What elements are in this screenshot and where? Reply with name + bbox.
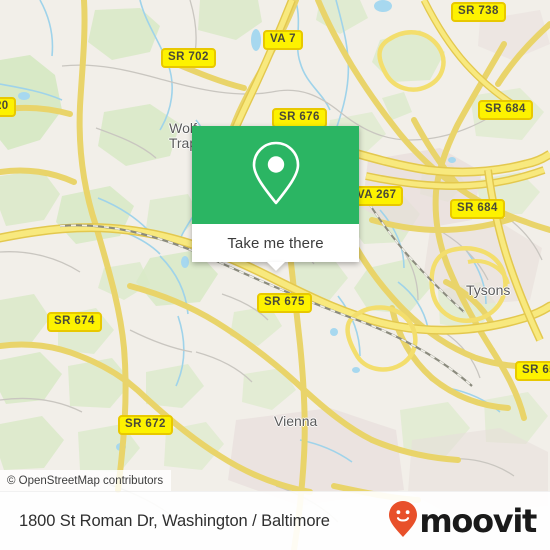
moovit-pin-smiley-icon — [388, 500, 418, 543]
road-shield: SR 65 — [515, 361, 550, 381]
address-title: 1800 St Roman Dr, Washington / Baltimore — [19, 511, 330, 530]
road-shield: SR 684 — [450, 199, 505, 219]
map-attribution[interactable]: © OpenStreetMap contributors — [0, 470, 172, 491]
road-shield: VA 7 — [263, 30, 303, 50]
map-canvas[interactable]: SR 738VA 7SR 702SR 676SR 68420VA 267SR 6… — [0, 0, 550, 550]
take-me-there-label: Take me there — [227, 234, 324, 252]
callout-pointer-tail — [266, 262, 285, 271]
attribution-text: © OpenStreetMap contributors — [7, 474, 164, 487]
road-shield: SR 675 — [257, 293, 312, 313]
road-shield: SR 702 — [161, 48, 216, 68]
footer-bar: 1800 St Roman Dr, Washington / Baltimore… — [0, 491, 550, 550]
moovit-logo[interactable]: moovit — [388, 500, 537, 543]
location-callout-card[interactable]: Take me there — [192, 126, 359, 271]
place-label: Tysons — [466, 282, 511, 298]
location-pin-icon — [250, 140, 302, 211]
take-me-there-button[interactable]: Take me there — [192, 224, 359, 271]
map-vector-layer — [0, 0, 550, 550]
callout-marker-panel — [192, 126, 359, 224]
road-shield: SR 674 — [47, 312, 102, 332]
road-shield: SR 676 — [272, 108, 327, 128]
place-label: Vienna — [274, 413, 318, 429]
road-shield: SR 684 — [478, 100, 533, 120]
moovit-wordmark: moovit — [419, 502, 537, 540]
road-shield: SR 738 — [451, 2, 506, 22]
road-shield: SR 672 — [118, 415, 173, 435]
road-shield: 20 — [0, 97, 16, 117]
screenshot-root: SR 738VA 7SR 702SR 676SR 68420VA 267SR 6… — [0, 0, 550, 550]
